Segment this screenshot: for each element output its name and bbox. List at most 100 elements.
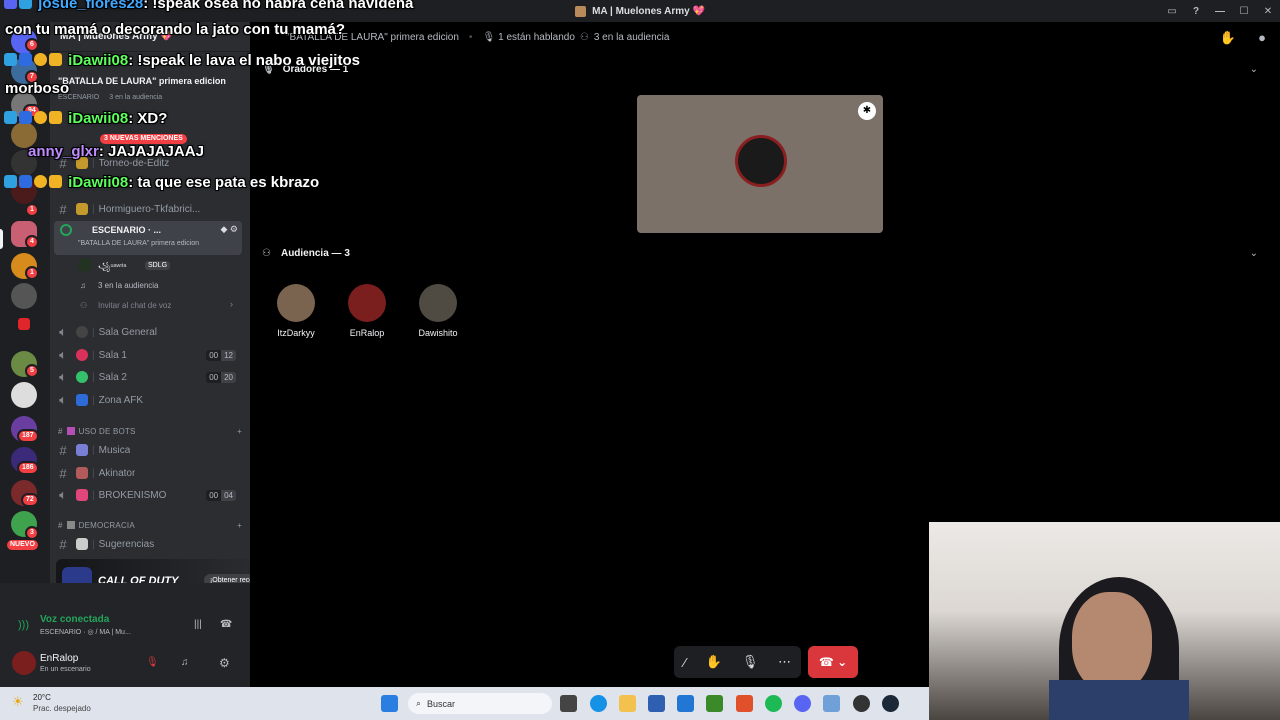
- channel-brokenismo[interactable]: 🔈︎ | BROKENISMO 00 04: [54, 485, 242, 505]
- file-explorer-icon[interactable]: [619, 695, 636, 712]
- search-icon: ⌕: [416, 698, 422, 708]
- channel-name: Hormiguero-Tkfabrici...: [98, 203, 201, 215]
- category-bots[interactable]: # USO DE BOTS +: [58, 423, 242, 439]
- speaker-avatar: [735, 135, 787, 187]
- raise-hand-icon[interactable]: ✋: [1220, 30, 1236, 46]
- badge-icon: [34, 53, 47, 66]
- audience-count: 3 en la audiencia: [593, 31, 670, 43]
- unread-badge: 4: [25, 235, 39, 249]
- channel-hormiguero[interactable]: # | Hormiguero-Tkfabrici...: [54, 199, 242, 219]
- screen: MA | Muelones Army 💖 ▭ ? — ☐ ✕ 6 7 94 1 …: [0, 0, 1280, 720]
- task-view-icon[interactable]: [560, 695, 577, 712]
- stage-channel-name: ESCENARIO · ...: [92, 225, 162, 235]
- edge-icon[interactable]: [590, 695, 607, 712]
- avatar[interactable]: [12, 651, 36, 675]
- crown-icon: [49, 53, 62, 66]
- chevron-down-icon[interactable]: ⌄: [1250, 64, 1258, 75]
- channel-akinator[interactable]: # | Akinator: [54, 463, 242, 483]
- speaker-icon: 🔈︎: [59, 324, 67, 339]
- leave-stage-button[interactable]: ☎ ⌄: [808, 646, 858, 678]
- channel-sala-2[interactable]: 🔈︎ | Sala 2 00 20: [54, 367, 242, 387]
- server-tag: SDLG: [145, 261, 171, 270]
- app-icon[interactable]: [823, 695, 840, 712]
- shirt: [1049, 680, 1189, 720]
- disconnect-icon[interactable]: ☎: [220, 619, 232, 630]
- add-channel-icon[interactable]: +: [237, 521, 242, 530]
- server-icon[interactable]: [11, 283, 37, 309]
- chat-overlay: josue_flores28: !speak osea no habra cen…: [0, 0, 600, 200]
- chat-line: morboso: [5, 80, 70, 97]
- people-icon: ⚇: [262, 248, 271, 259]
- chat-icon[interactable]: ◆ ⚙: [221, 224, 239, 235]
- minecraft-icon[interactable]: [706, 695, 723, 712]
- channel-sugerencias[interactable]: # | Sugerencias: [54, 534, 242, 554]
- stage-speaker-name[interactable]: ꧁ᵘᵃʷᶦᵗᵃ: [98, 261, 126, 277]
- server-icon[interactable]: [11, 382, 37, 408]
- eyes-icon: [76, 538, 88, 550]
- badge-icon: [4, 175, 17, 188]
- audience-member[interactable]: EnRalop: [337, 284, 397, 338]
- help-icon[interactable]: ?: [1184, 6, 1208, 17]
- circle-icon: [76, 349, 88, 361]
- request-speak-icon[interactable]: 🎙︎: [742, 654, 759, 670]
- more-options-icon[interactable]: ⋯: [778, 654, 791, 670]
- badge-icon: [19, 111, 32, 124]
- mute-icon[interactable]: ⁄: [684, 655, 686, 670]
- channel-name: Sala General: [98, 326, 157, 338]
- stage-audience-count: 3 en la audiencia: [98, 281, 159, 290]
- signal-icon: ))): [18, 619, 29, 631]
- channel-sala-1[interactable]: 🔈︎ | Sala 1 00 12: [54, 345, 242, 365]
- speaker-tile[interactable]: ✱: [637, 95, 883, 233]
- audience-member[interactable]: ItzDarkyy: [266, 284, 326, 338]
- stage-controls: ⁄ ✋ 🎙︎ ⋯: [674, 646, 801, 678]
- channel-name: Sala 1: [98, 349, 127, 361]
- voice-status[interactable]: Voz conectada: [40, 614, 109, 625]
- channel-zona-afk[interactable]: 🔈︎ | Zona AFK: [54, 390, 242, 410]
- settings-gear-icon[interactable]: ⚙: [219, 656, 230, 670]
- outlook-icon[interactable]: [677, 695, 694, 712]
- channel-sala-general[interactable]: 🔈︎ | Sala General: [54, 322, 242, 342]
- chevron-down-icon[interactable]: ⌄: [1250, 248, 1258, 259]
- speaker-icon: 🔈︎: [59, 347, 67, 362]
- new-badge: NUEVO: [5, 538, 40, 552]
- youtube-icon[interactable]: [18, 318, 30, 330]
- maximize-button[interactable]: ☐: [1232, 6, 1256, 17]
- start-icon[interactable]: [381, 695, 398, 712]
- username[interactable]: EnRalop: [40, 653, 78, 664]
- inbox-icon[interactable]: ▭: [1160, 6, 1184, 17]
- mic-muted-icon[interactable]: 🎙︎: [146, 657, 159, 668]
- stage-channel[interactable]: ESCENARIO · ... ◆ ⚙ "BATALLA DE LAURA" p…: [54, 221, 242, 255]
- raise-hand-icon[interactable]: ✋: [706, 654, 722, 670]
- steam-icon[interactable]: [882, 695, 899, 712]
- user-panel: ))) Voz conectada ESCENARIO · ◎ / MA | M…: [0, 583, 250, 687]
- text-channel-icon: #: [59, 465, 67, 481]
- chat-bubble-icon[interactable]: ●: [1258, 30, 1266, 45]
- brave-icon[interactable]: [736, 695, 753, 712]
- audience-section-header[interactable]: ⚇ Audiencia — 3: [262, 248, 350, 259]
- window-title: MA | Muelones Army 💖: [592, 5, 705, 17]
- badge-icon: [34, 175, 47, 188]
- invite-voice-chat[interactable]: Invitar al chat de voz: [98, 301, 171, 310]
- discord-icon[interactable]: [794, 695, 811, 712]
- stage-topic: "BATALLA DE LAURA" primera edicion: [78, 240, 200, 247]
- face: [1072, 592, 1152, 692]
- close-button[interactable]: ✕: [1256, 6, 1280, 17]
- sleep-icon: [76, 394, 88, 406]
- badge-icon: [4, 111, 17, 124]
- obs-icon[interactable]: [853, 695, 870, 712]
- circle-icon: [76, 371, 88, 383]
- spotify-icon[interactable]: [765, 695, 782, 712]
- temperature[interactable]: 20°C: [33, 693, 51, 702]
- category-democracia[interactable]: # DEMOCRACIA +: [58, 517, 242, 533]
- audience-member[interactable]: Dawishito: [408, 284, 468, 338]
- minimize-button[interactable]: —: [1208, 6, 1232, 17]
- noise-suppression-icon[interactable]: |||: [194, 619, 202, 630]
- add-channel-icon[interactable]: +: [237, 427, 242, 436]
- weather-desc: Prac. despejado: [33, 704, 91, 713]
- search-box[interactable]: ⌕ Buscar: [408, 693, 552, 714]
- genie-icon: [76, 467, 88, 479]
- chevron-down-icon: #: [58, 426, 63, 436]
- store-icon[interactable]: [648, 695, 665, 712]
- headphones-icon[interactable]: ♫: [181, 657, 189, 668]
- channel-musica[interactable]: # | Musica: [54, 440, 242, 460]
